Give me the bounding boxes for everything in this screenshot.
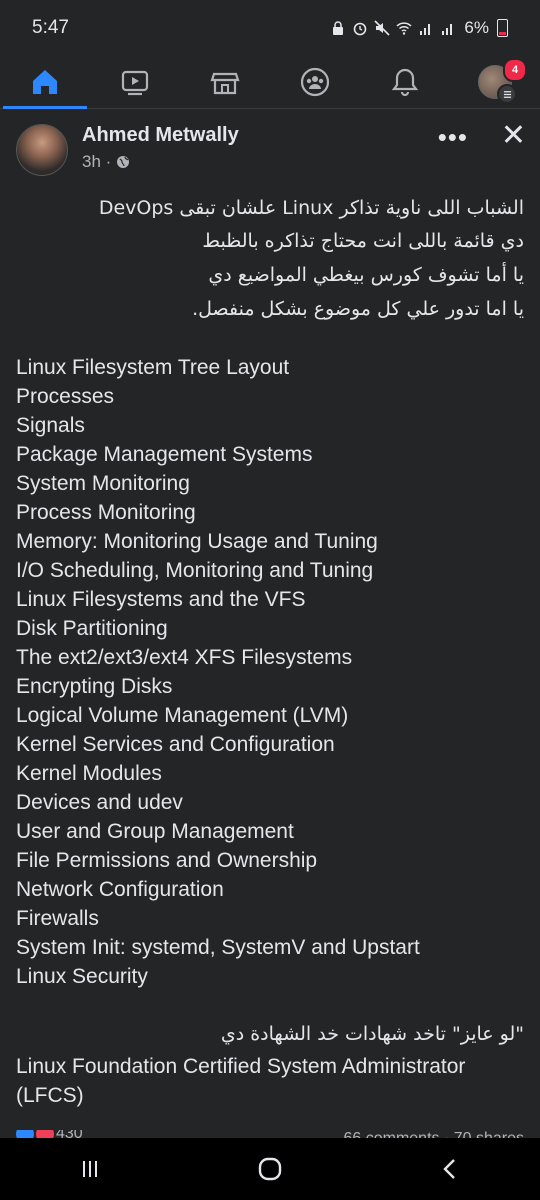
reactions-row[interactable]: 430 66 comments · 70 shares (16, 1130, 524, 1138)
topic-item: Processes (16, 385, 115, 408)
author-block: Ahmed Metwally 3h · (82, 124, 239, 172)
status-icons (330, 20, 456, 36)
topic-item: User and Group Management (16, 820, 294, 843)
topic-item: Firewalls (16, 907, 99, 930)
topic-item: Linux Filesystems and the VFS (16, 588, 306, 611)
topic-item: Linux Filesystem Tree Layout (16, 356, 290, 379)
home-button-icon[interactable] (257, 1156, 283, 1182)
close-icon[interactable]: ✕ (501, 118, 526, 153)
topic-item: File Permissions and Ownership (16, 849, 318, 872)
topic-item: The ext2/ext3/ext4 XFS Filesystems (16, 646, 353, 669)
love-reaction-icon (36, 1130, 54, 1138)
battery-percent: 6% (464, 18, 489, 37)
lock-icon (333, 21, 344, 35)
arabic-line-1: الشباب اللى ناوية تذاكر Linux علشان تبقى… (98, 197, 524, 219)
nav-groups[interactable] (275, 56, 355, 108)
marketplace-icon (210, 72, 240, 95)
nav-watch[interactable] (95, 56, 175, 108)
notification-badge: 4 (503, 58, 527, 82)
status-bar: 5:47 6% (0, 0, 540, 56)
author-name[interactable]: Ahmed Metwally (82, 124, 239, 146)
android-nav-bar (0, 1138, 540, 1200)
topic-item: Signals (16, 414, 85, 437)
topic-item: I/O Scheduling, Monitoring and Tuning (16, 559, 374, 582)
nav-home[interactable] (3, 56, 87, 109)
topic-item: Disk Partitioning (16, 617, 168, 640)
hamburger-icon (497, 84, 517, 104)
topic-item: Package Management Systems (16, 443, 313, 466)
video-icon (121, 70, 149, 96)
topic-item: Logical Volume Management (LVM) (16, 704, 349, 727)
topic-item: Linux Security (16, 965, 148, 988)
topic-item: Memory: Monitoring Usage and Tuning (16, 530, 378, 553)
topic-item: Kernel Modules (16, 762, 162, 785)
back-icon[interactable] (437, 1156, 463, 1182)
like-reaction-icon (16, 1130, 34, 1138)
comments-shares-count[interactable]: 66 comments · 70 shares (343, 1130, 524, 1138)
status-right: 6% (330, 18, 508, 38)
top-nav-bar: 4 (0, 56, 540, 109)
topic-item: Kernel Services and Configuration (16, 733, 335, 756)
wifi-icon (396, 22, 412, 35)
arabic-line-2: دي قائمة باللى انت محتاج تذاكره بالظبط (202, 230, 524, 252)
nav-notifications[interactable] (365, 56, 445, 108)
arabic-line-3: يا أما تشوف كورس بيغطي المواضيع دي (208, 264, 524, 286)
recent-apps-icon[interactable] (77, 1156, 103, 1182)
more-options-button[interactable]: ••• (438, 122, 468, 153)
signal-icon (420, 24, 431, 35)
signal-icon-2 (442, 24, 453, 35)
certificate-name: Linux Foundation Certified System Admini… (16, 1055, 466, 1107)
topic-item: Encrypting Disks (16, 675, 173, 698)
reaction-count: 430 (56, 1130, 83, 1138)
home-icon (33, 70, 57, 94)
post-header: Ahmed Metwally 3h · ••• ✕ (16, 119, 526, 178)
groups-icon (300, 67, 330, 97)
status-time: 5:47 (32, 17, 69, 38)
topic-item: System Init: systemd, SystemV and Upstar… (16, 936, 420, 959)
mute-icon (374, 20, 390, 36)
post-time[interactable]: 3h · (82, 152, 111, 172)
topic-item: Process Monitoring (16, 501, 196, 524)
alarm-icon (354, 22, 367, 36)
bell-icon (391, 68, 419, 97)
reaction-summary[interactable]: 430 (16, 1130, 83, 1138)
certificate-intro: "لو عايز" تاخد شهادات خد الشهادة دي (220, 1023, 524, 1045)
topic-item: System Monitoring (16, 472, 190, 495)
nav-marketplace[interactable] (185, 56, 265, 108)
topic-item: Devices and udev (16, 791, 183, 814)
post-meta: 3h · (82, 152, 239, 172)
author-avatar[interactable] (16, 124, 68, 176)
topic-item: Network Configuration (16, 878, 224, 901)
topic-list: Linux Filesystem Tree Layout Processes Sig… (16, 353, 524, 991)
globe-icon (117, 156, 130, 168)
battery-icon (497, 19, 508, 37)
nav-menu[interactable]: 4 (455, 56, 535, 108)
arabic-line-4: يا اما تدور علي كل موضوع بشكل منفصل. (192, 298, 524, 320)
